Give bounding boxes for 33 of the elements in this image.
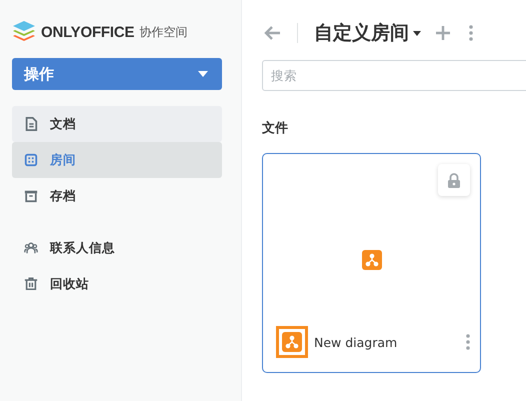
- sidebar-item-label: 回收站: [50, 276, 89, 292]
- sidebar-item-label: 房间: [50, 152, 76, 168]
- lock-button[interactable]: [438, 164, 470, 196]
- archive-box-icon: [24, 189, 38, 203]
- more-options-icon[interactable]: [466, 334, 470, 350]
- people-icon: [24, 241, 38, 255]
- caret-icon: [198, 71, 208, 77]
- file-card[interactable]: New diagram: [262, 153, 481, 373]
- sidebar-item-label: 文档: [50, 116, 76, 132]
- trash-icon: [24, 277, 38, 291]
- logo-icon: [12, 21, 36, 43]
- plus-icon[interactable]: [435, 25, 451, 41]
- sidebar-item-label: 存档: [50, 188, 76, 204]
- actions-button[interactable]: 操作: [12, 58, 222, 90]
- sidebar-item[interactable]: 回收站: [12, 266, 222, 302]
- back-arrow-icon[interactable]: [263, 25, 281, 41]
- lock-icon: [447, 172, 461, 188]
- logo-wordmark: ONLYOFFICE: [41, 24, 134, 40]
- search-field[interactable]: 搜索: [262, 60, 526, 91]
- more-options-icon[interactable]: [469, 25, 473, 41]
- diagram-icon: [362, 250, 382, 270]
- sidebar-item[interactable]: 文档: [12, 106, 222, 142]
- sidebar-item[interactable]: 联系人信息: [12, 230, 222, 266]
- file-name: New diagram: [314, 334, 398, 350]
- diagram-icon: [282, 332, 302, 352]
- sidebar-item-label: 联系人信息: [50, 240, 115, 256]
- caret-icon[interactable]: [413, 30, 421, 36]
- sidebar-item[interactable]: 存档: [12, 178, 222, 214]
- document-icon: [24, 117, 38, 131]
- section-heading: 文件: [262, 120, 289, 137]
- logo-product-name: 协作空间: [139, 24, 188, 40]
- room-title[interactable]: 自定义房间: [314, 20, 409, 46]
- grid-icon: [24, 153, 38, 167]
